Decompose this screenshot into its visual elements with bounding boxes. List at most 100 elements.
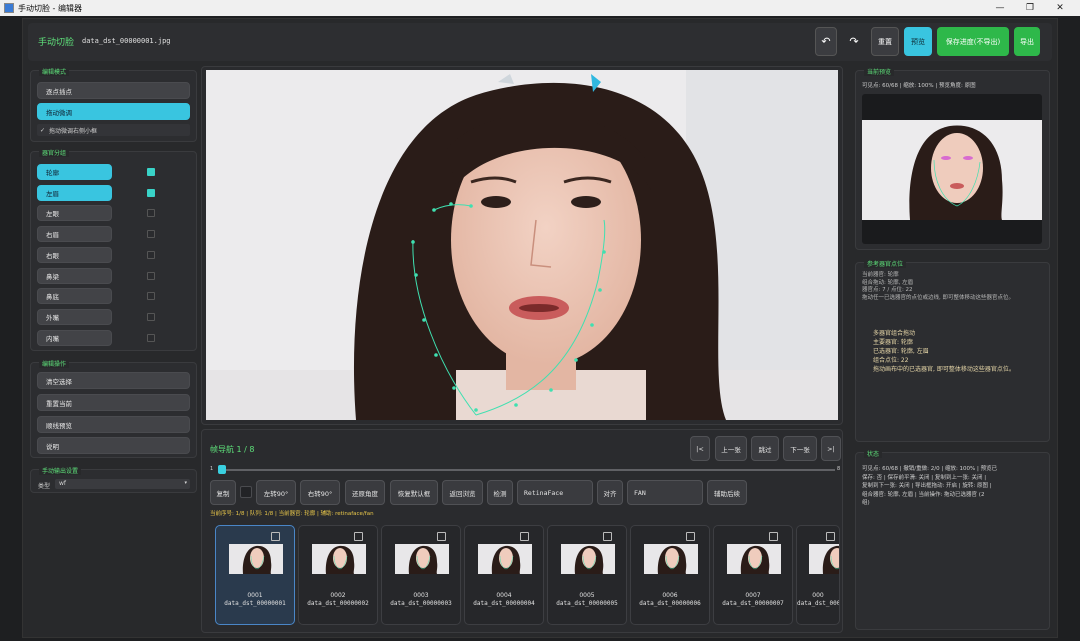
align-button[interactable]: 对齐 <box>597 480 623 505</box>
thumbnail-filename: data_dst_00000002 <box>307 600 369 607</box>
preview-image <box>862 120 1042 220</box>
thumbnail-card[interactable]: 0006 data_dst_00000006 <box>630 525 710 625</box>
thumbnail-image <box>478 544 532 574</box>
info-line: 保存: 否 | 保存前平滑: 关闭 | 复制到上一张: 关闭 | <box>862 474 987 481</box>
info-line: 当前器官: 轮廓 <box>862 272 899 278</box>
thumbnail-number: 0007 <box>745 592 761 599</box>
drag-adjust-button[interactable]: 拖动微调 <box>37 103 190 120</box>
thumbnail-checkbox[interactable] <box>354 532 363 541</box>
thumbnail-card[interactable]: 0007 data_dst_00000007 <box>713 525 793 625</box>
thumbnail-image <box>561 544 615 574</box>
edit-mode-panel: 编辑模式 逐点插点 拖动微调 ✓ 拖动微调右侧小框 <box>30 67 197 142</box>
thumbnail-checkbox[interactable] <box>826 532 835 541</box>
info-line: 组) <box>862 500 870 506</box>
app-icon <box>4 3 14 13</box>
minimize-button[interactable]: — <box>985 0 1015 16</box>
restore-button[interactable]: ❐ <box>1015 0 1045 16</box>
thumbnail-checkbox[interactable] <box>686 532 695 541</box>
status-panel: 状态 可见点: 60/68 | 撤销/重做: 2/0 | 缩放: 100% | … <box>855 449 1050 630</box>
skip-frame-button[interactable]: 跳过 <box>751 436 779 461</box>
organ-checkbox[interactable] <box>147 271 155 280</box>
organ-checkbox[interactable] <box>147 250 155 259</box>
organ-checkbox[interactable] <box>147 209 155 218</box>
link-preview-button[interactable]: 顺线预览 <box>37 416 190 433</box>
save-progress-button[interactable]: 保存进度(不导出) <box>937 27 1009 56</box>
drag-small-box-toggle[interactable]: ✓ 拖动微调右侧小框 <box>37 124 190 136</box>
thumbnail-card[interactable]: 0001 data_dst_00000001 <box>215 525 295 625</box>
back-preview-button[interactable]: 返回浏览 <box>442 480 483 505</box>
organ-checkbox[interactable] <box>147 333 155 342</box>
thumbnail-image <box>727 544 781 574</box>
thumbnail-number: 0002 <box>330 592 346 599</box>
thumbnail-checkbox[interactable] <box>271 532 280 541</box>
organ-checkbox[interactable] <box>147 292 155 301</box>
organ-button[interactable]: 左眉 <box>37 184 112 201</box>
thumbnail-image <box>809 544 839 574</box>
editor-canvas[interactable] <box>206 70 838 420</box>
frame-nav-label: 帧导航 1 / 8 <box>210 445 255 454</box>
organ-checkbox[interactable] <box>147 230 155 239</box>
assist-button[interactable]: 辅助后续 <box>707 480 747 505</box>
redo-button[interactable]: ↷ <box>843 27 865 56</box>
thumbnail-checkbox[interactable] <box>603 532 612 541</box>
organ-button[interactable]: 左眼 <box>37 205 112 222</box>
thumbnail-card[interactable]: 0004 data_dst_00000004 <box>464 525 544 625</box>
thumbnail-filename: data_dst_00000004 <box>473 600 535 607</box>
organ-button[interactable]: 鼻底 <box>37 288 112 305</box>
help-button[interactable]: 说明 <box>37 437 190 454</box>
organ-group-panel: 器官分组 轮廓左眉左眼右眉右眼鼻梁鼻底外嘴内嘴 <box>30 148 197 351</box>
detect-button[interactable]: 检测 <box>487 480 513 505</box>
restore-angle-button[interactable]: 还原角度 <box>345 480 385 505</box>
organ-checkbox[interactable] <box>147 312 155 321</box>
preview-button[interactable]: 预览 <box>904 27 932 56</box>
type-select[interactable]: wf ▾ <box>55 479 190 489</box>
thumbnail-checkbox[interactable] <box>520 532 529 541</box>
thumbnail-number: 000 <box>812 592 824 599</box>
thumbnail-filename: data_dst_00000003 <box>390 600 452 607</box>
close-button[interactable]: ✕ <box>1045 0 1075 16</box>
detector-select[interactable]: RetinaFace <box>517 480 593 505</box>
restore-default-box-button[interactable]: 恢复默认框 <box>390 480 438 505</box>
frame-slider-track[interactable] <box>218 469 835 471</box>
thumbnail-card[interactable]: 0003 data_dst_00000003 <box>381 525 461 625</box>
aligner-select[interactable]: FAN <box>627 480 703 505</box>
thumbnail-number: 0005 <box>579 592 595 599</box>
frame-slider-handle[interactable] <box>218 465 226 474</box>
rotate-right-button[interactable]: 右转90° <box>300 480 340 505</box>
chevron-down-icon: ▾ <box>184 480 187 486</box>
edit-mode-title: 编辑模式 <box>39 67 70 76</box>
organ-button[interactable]: 右眼 <box>37 246 112 263</box>
organ-button[interactable]: 内嘴 <box>37 329 112 346</box>
first-frame-button[interactable]: |< <box>690 436 710 461</box>
export-button[interactable]: 导出 <box>1014 27 1040 56</box>
organ-checkbox[interactable] <box>147 168 155 176</box>
undo-button[interactable]: ↶ <box>815 27 837 56</box>
thumbnail-card[interactable]: 000 data_dst_0000 <box>796 525 840 625</box>
thumbnail-checkbox[interactable] <box>437 532 446 541</box>
organ-button[interactable]: 外嘴 <box>37 308 112 325</box>
copy-button[interactable]: 复制 <box>210 480 236 505</box>
next-frame-button[interactable]: 下一张 <box>783 436 817 461</box>
info-line: 主要器官: 轮廓 <box>873 339 913 346</box>
app-brand: 手动切脸 <box>38 38 75 48</box>
clear-selection-button[interactable]: 清空选择 <box>37 372 190 389</box>
copy-color-swatch[interactable] <box>240 486 252 498</box>
info-line: 可见点: 60/68 | 撤销/重做: 2/0 | 缩放: 100% | 预览已 <box>862 466 998 472</box>
output-settings-title: 手动输出设置 <box>39 466 82 475</box>
organ-button[interactable]: 鼻梁 <box>37 267 112 284</box>
type-label: 类型 <box>38 483 51 490</box>
organ-checkbox[interactable] <box>147 188 155 197</box>
last-frame-button[interactable]: >| <box>821 436 841 461</box>
prev-frame-button[interactable]: 上一张 <box>715 436 747 461</box>
thumbnail-checkbox[interactable] <box>769 532 778 541</box>
organ-group-title: 器官分组 <box>39 148 70 157</box>
reset-button[interactable]: 重置 <box>871 27 899 56</box>
reset-current-button[interactable]: 重置当前 <box>37 394 190 411</box>
organ-button[interactable]: 轮廓 <box>37 164 112 180</box>
thumbnail-card[interactable]: 0002 data_dst_00000002 <box>298 525 378 625</box>
rotate-left-button[interactable]: 左转90° <box>256 480 296 505</box>
organ-button[interactable]: 右眉 <box>37 226 112 243</box>
thumbnail-card[interactable]: 0005 data_dst_00000005 <box>547 525 627 625</box>
point-insert-button[interactable]: 逐点插点 <box>37 82 190 99</box>
reference-title: 参考器官点位 <box>864 259 907 268</box>
